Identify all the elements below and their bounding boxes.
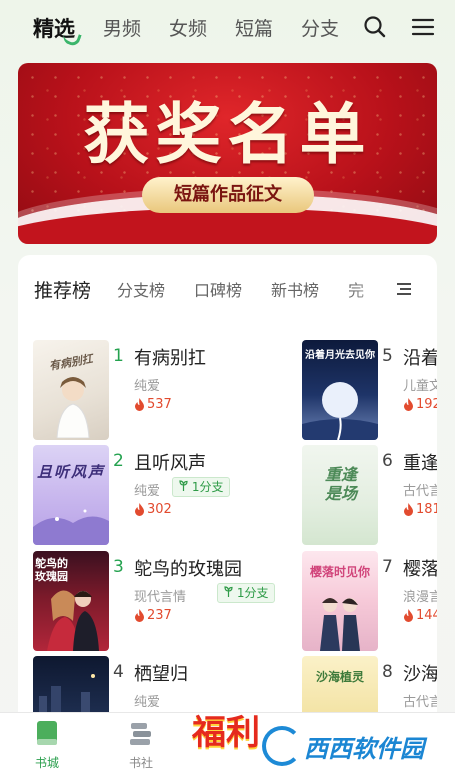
book-category: 纯爱	[134, 379, 161, 394]
hot-value: 237	[147, 608, 172, 623]
tab-branch[interactable]: 分支	[301, 14, 339, 41]
book-item-1[interactable]: 有病别扛 1 有病别扛 纯爱 537	[33, 340, 293, 440]
branch-badge: 1分支	[172, 477, 231, 497]
ranking-card: 推荐榜 分支榜 口碑榜 新书榜 完 有病别扛 1 有病别扛 纯爱 537	[18, 255, 437, 725]
cover-figure	[56, 377, 90, 438]
watermark-logo-icon	[262, 726, 302, 766]
tab-bookstore[interactable]: 书城	[17, 719, 77, 771]
book-title: 沙海	[403, 664, 437, 685]
sprout-icon	[224, 586, 233, 597]
rank-tab-reputation[interactable]: 口碑榜	[194, 277, 242, 301]
book-hot: 181	[403, 502, 437, 517]
rank-tab-branch[interactable]: 分支榜	[117, 277, 165, 301]
hot-value: 302	[147, 502, 172, 517]
flame-icon	[135, 503, 144, 516]
rank-number: 2	[113, 451, 124, 471]
flame-icon	[135, 609, 144, 622]
book-cover: 沿着月光去见你	[302, 340, 378, 440]
sprout-icon	[179, 480, 188, 491]
tab-community[interactable]: 书社	[111, 719, 171, 771]
rank-tab-new[interactable]: 新书榜	[271, 277, 319, 301]
book-title: 栖望归	[134, 664, 188, 685]
hot-value: 537	[147, 397, 172, 412]
flame-icon	[404, 398, 413, 411]
hot-value: 181	[416, 502, 437, 517]
book-title: 且听风声	[134, 453, 206, 474]
book-category: 古代言	[403, 695, 437, 710]
book-title: 有病别扛	[134, 348, 206, 369]
book-cover: 且听风声	[33, 445, 109, 545]
list-icon[interactable]	[396, 282, 412, 296]
award-banner[interactable]: 获奖名单 短篇作品征文	[18, 63, 437, 244]
tab-female[interactable]: 女频	[169, 14, 207, 41]
rank-number: 5	[382, 346, 393, 366]
book-item-7[interactable]: 樱落时见你 7 樱落 浪漫言 144	[302, 551, 437, 651]
rank-number: 4	[113, 662, 124, 682]
rank-number: 8	[382, 662, 393, 682]
book-title: 鸵鸟的玫瑰园	[134, 559, 242, 580]
book-hot: 237	[134, 608, 172, 623]
branch-badge: 1分支	[217, 583, 276, 603]
book-cover: 有病别扛	[33, 340, 109, 440]
flame-icon	[404, 609, 413, 622]
welfare-promo[interactable]: 福利	[192, 705, 260, 754]
book-category: 纯爱	[134, 695, 161, 710]
book-item-3[interactable]: 鸵鸟的玫瑰园 3 鸵鸟的玫瑰园 现代言情 1分支 237	[33, 551, 293, 651]
cover-title: 重逢是场	[324, 465, 357, 504]
branch-label: 1分支	[191, 480, 224, 494]
book-hot: 537	[134, 397, 172, 412]
cover-title: 沿着月光去见你	[305, 350, 375, 361]
tab-short[interactable]: 短篇	[235, 14, 273, 41]
book-item-5[interactable]: 沿着月光去见你 5 沿着 儿童文 192	[302, 340, 437, 440]
hot-value: 192	[416, 397, 437, 412]
book-item-2[interactable]: 且听风声 2 且听风声 纯爱 1分支 302	[33, 445, 293, 545]
book-item-6[interactable]: 重逢是场 6 重逢 古代言 181	[302, 445, 437, 545]
book-category: 现代言情	[134, 590, 187, 605]
hot-value: 144	[416, 608, 437, 623]
cover-figure	[302, 382, 378, 440]
cover-title: 且听风声	[36, 463, 105, 481]
tab-bookstore-label: 书城	[34, 756, 59, 770]
cover-figure	[47, 590, 99, 651]
banner-title: 获奖名单	[83, 95, 372, 173]
rank-tabs: 推荐榜 分支榜 口碑榜 新书榜 完	[18, 255, 437, 323]
cover-figure	[33, 509, 109, 545]
rank-number: 3	[113, 557, 124, 577]
rank-number: 7	[382, 557, 393, 577]
cover-figure	[320, 598, 360, 651]
book-hot: 192	[403, 397, 437, 412]
top-nav: 精选 男频 女频 短篇 分支	[0, 0, 455, 55]
rank-tab-recommend[interactable]: 推荐榜	[34, 276, 91, 303]
book-title: 樱落	[403, 559, 437, 580]
book-icon	[37, 721, 57, 745]
tab-selected[interactable]: 精选	[33, 13, 75, 43]
book-cover: 重逢是场	[302, 445, 378, 545]
search-icon[interactable]	[362, 14, 388, 40]
cover-title: 樱落时见你	[309, 565, 370, 579]
book-category: 纯爱	[134, 484, 161, 499]
rank-number: 6	[382, 451, 393, 471]
book-hot: 302	[134, 502, 172, 517]
menu-icon[interactable]	[410, 14, 436, 40]
book-cover: 鸵鸟的玫瑰园	[33, 551, 109, 651]
stack-icon	[130, 723, 151, 745]
flame-icon	[404, 503, 413, 516]
rank-number: 1	[113, 346, 124, 366]
book-category: 浪漫言	[403, 590, 437, 605]
cover-title: 沙海植灵	[315, 670, 364, 684]
tab-community-label: 书社	[128, 756, 153, 770]
banner-subtitle: 短篇作品征文	[142, 177, 314, 213]
book-category: 儿童文	[403, 379, 437, 394]
watermark: 西西软件园	[262, 724, 424, 768]
book-title: 沿着	[403, 348, 437, 369]
flame-icon	[135, 398, 144, 411]
branch-label: 1分支	[236, 586, 269, 600]
book-title: 重逢	[403, 453, 437, 474]
book-category: 古代言	[403, 484, 437, 499]
watermark-text: 西西软件园	[304, 734, 424, 763]
book-cover: 樱落时见你	[302, 551, 378, 651]
tab-male[interactable]: 男频	[103, 14, 141, 41]
book-hot: 144	[403, 608, 437, 623]
